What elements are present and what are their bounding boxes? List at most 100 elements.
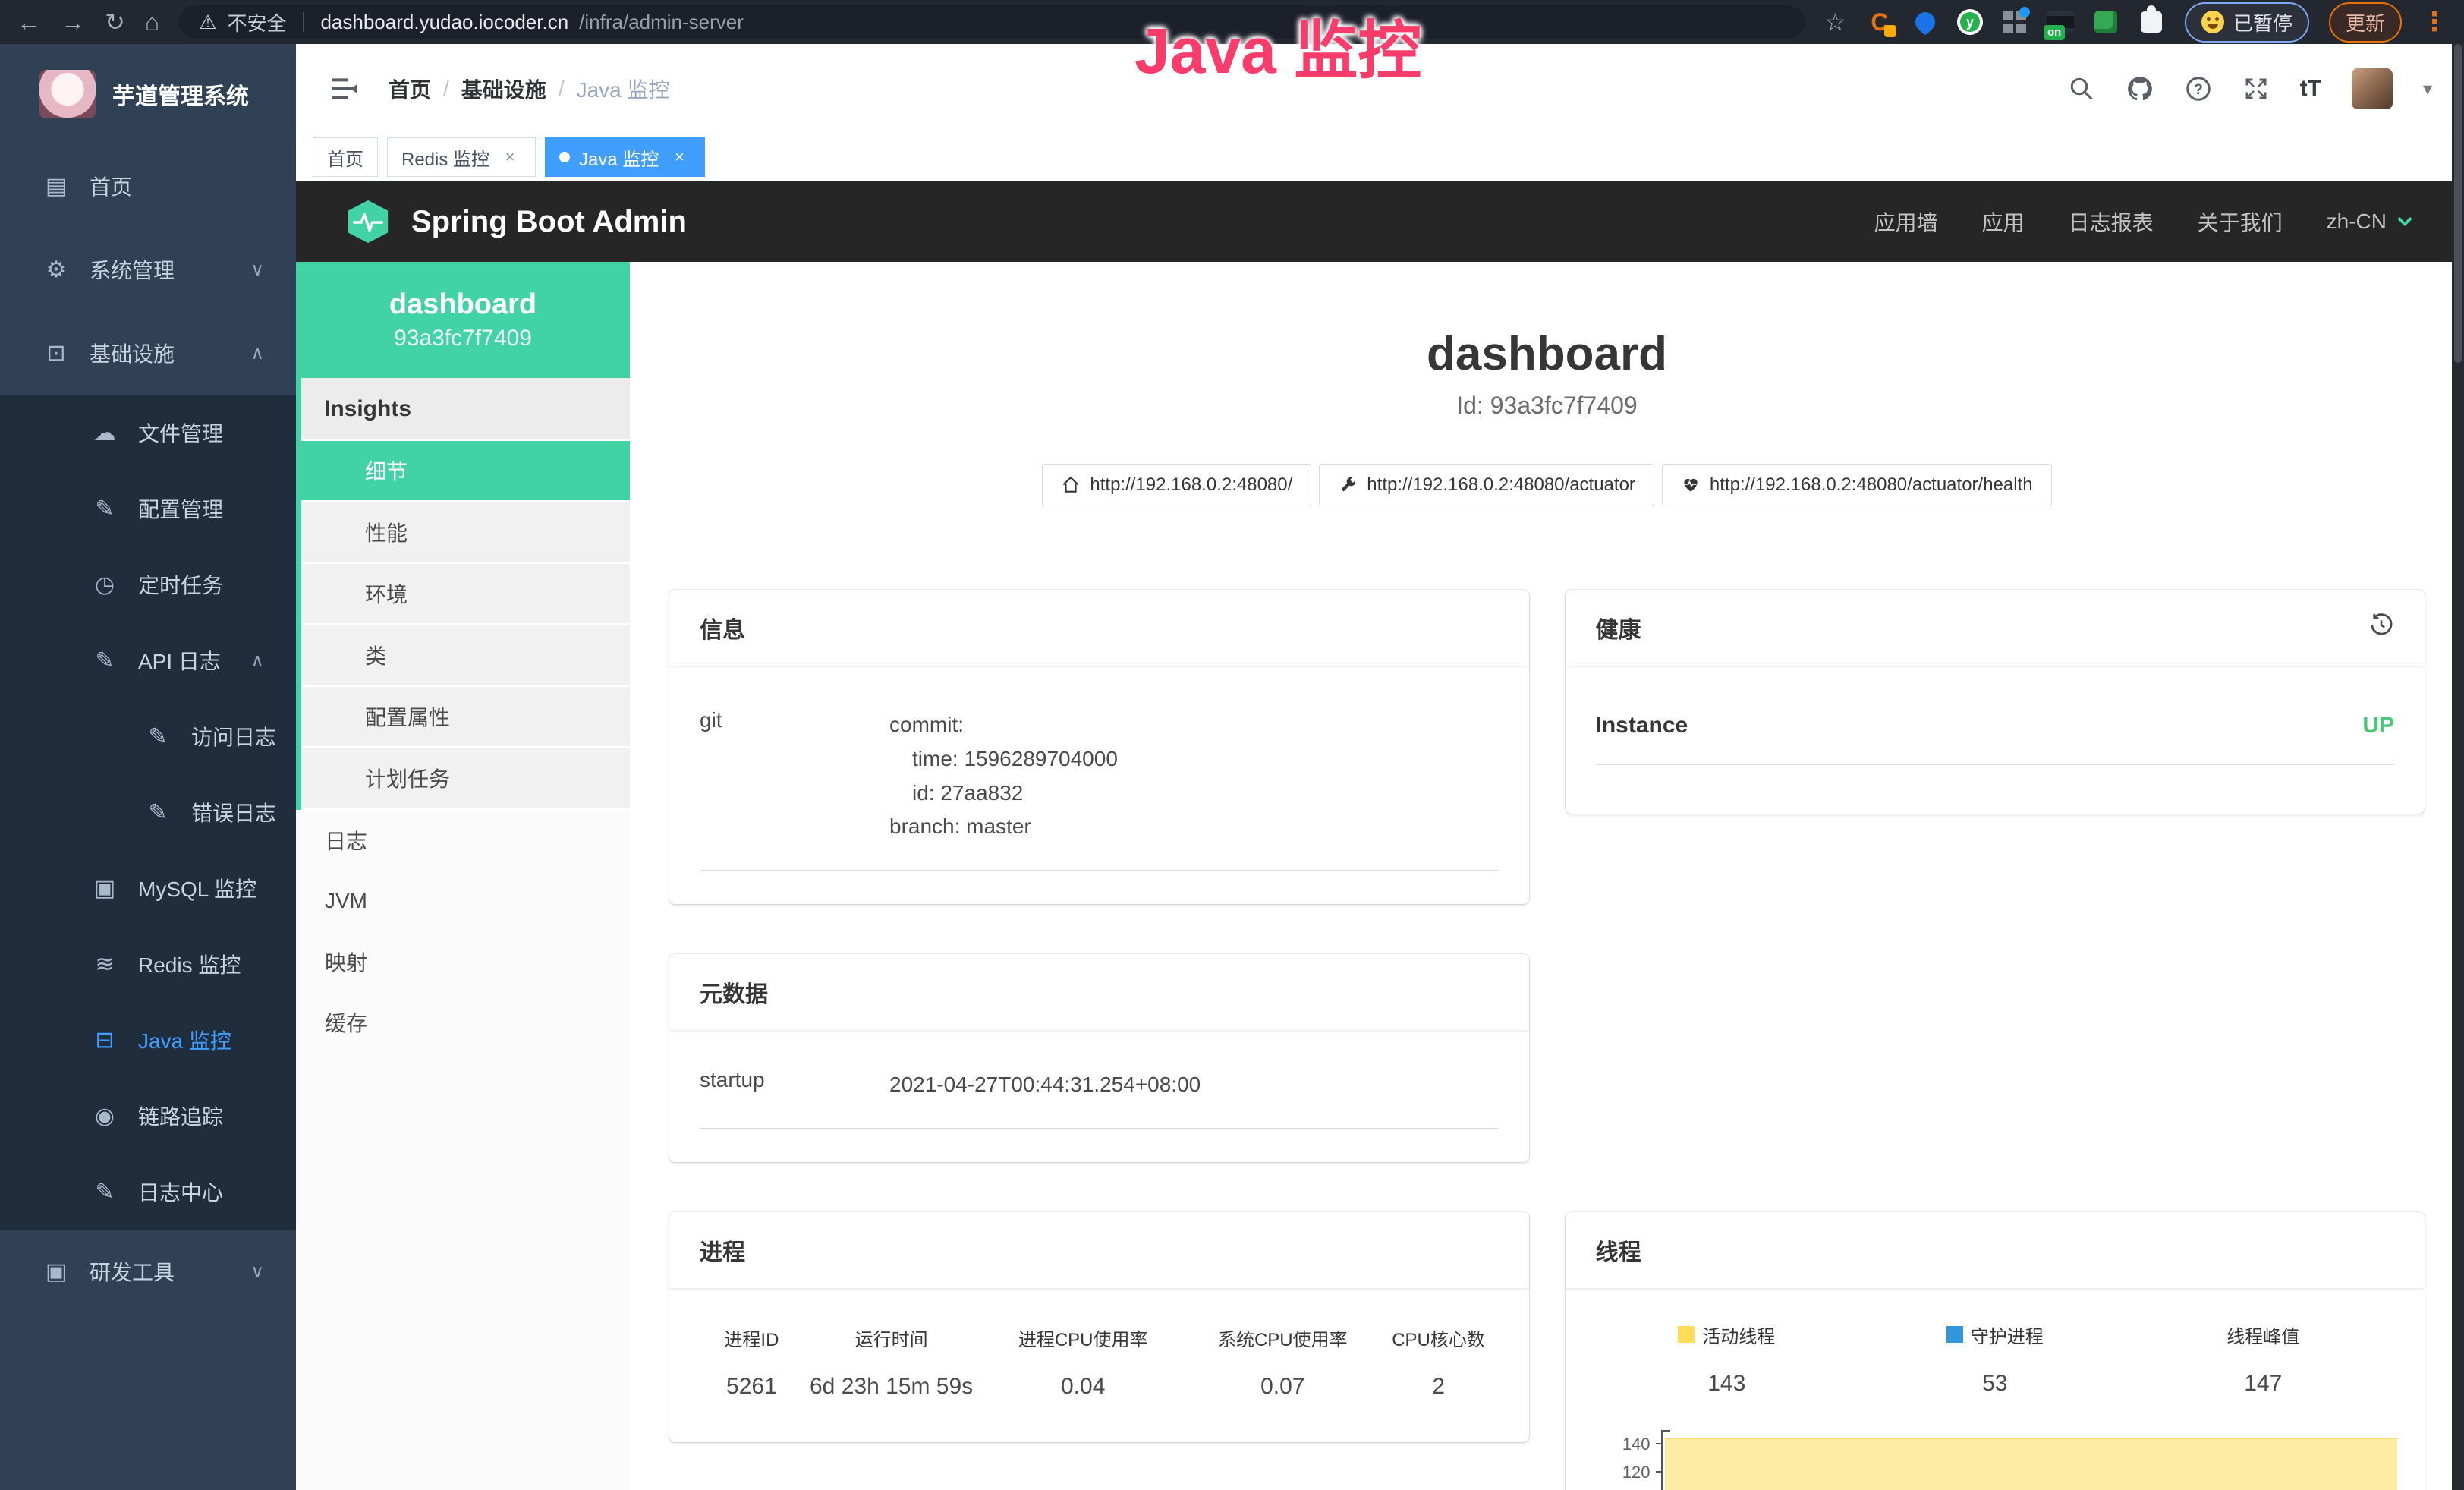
- sidebar-item-file-manage[interactable]: ☁ 文件管理: [0, 395, 296, 471]
- sba-side-item-logs[interactable]: 日志: [296, 810, 630, 871]
- sidebar-item-config-manage[interactable]: ✎ 配置管理: [0, 471, 296, 547]
- health-card: 健康 Instance UP: [1566, 590, 2425, 814]
- sba-main-content: dashboard Id: 93a3fc7f7409 http://192.16…: [630, 262, 2464, 1490]
- sba-side-item-details[interactable]: 细节: [301, 441, 630, 502]
- sba-side-item-metrics[interactable]: 性能: [301, 502, 630, 564]
- sba-locale-select[interactable]: zh-CN: [2327, 209, 2415, 234]
- actuator-url-button[interactable]: http://192.168.0.2:48080/actuator: [1319, 464, 1654, 506]
- user-avatar[interactable]: [2352, 68, 2393, 109]
- address-bar[interactable]: ⚠ 不安全 dashboard.yudao.iocoder.cn/infra/a…: [179, 5, 1805, 39]
- browser-home-icon[interactable]: ⌂: [145, 10, 159, 34]
- breadcrumb-home[interactable]: 首页: [389, 74, 431, 104]
- sba-nav-journal[interactable]: 日志报表: [2069, 206, 2154, 237]
- tab-redis-monitor[interactable]: Redis 监控 ×: [387, 137, 536, 177]
- hamburger-icon[interactable]: [328, 74, 358, 104]
- sba-nav-wallboard[interactable]: 应用墙: [1874, 206, 1938, 237]
- screen: ← → ↻ ⌂ ⚠ 不安全 dashboard.yudao.iocoder.cn…: [0, 0, 2464, 1490]
- extension-leaf-icon[interactable]: [2092, 8, 2119, 36]
- sidebar-item-error-log[interactable]: ✎ 错误日志: [0, 774, 296, 850]
- active-tab-dot: [559, 152, 570, 162]
- sidebar-item-access-log[interactable]: ✎ 访问日志: [0, 698, 296, 774]
- service-url-button[interactable]: http://192.168.0.2:48080/: [1042, 464, 1311, 506]
- extension-y-icon[interactable]: y: [1957, 9, 1983, 35]
- tab-java-monitor[interactable]: Java 监控 ×: [545, 137, 705, 177]
- health-url-button[interactable]: http://192.168.0.2:48080/actuator/health: [1662, 464, 2052, 506]
- sidebar-item-label: Java 监控: [138, 1025, 231, 1055]
- sidebar-item-label: 定时任务: [138, 569, 223, 600]
- heartbeat-icon: [1681, 475, 1701, 495]
- breadcrumb-infrastructure[interactable]: 基础设施: [461, 74, 546, 104]
- process-id-value: 5261: [700, 1374, 804, 1400]
- spring-boot-admin-frame: Spring Boot Admin 应用墙 应用 日志报表 关于我们 zh-CN: [296, 181, 2464, 1490]
- browser-back-icon[interactable]: ←: [17, 10, 41, 34]
- github-icon[interactable]: [2126, 74, 2154, 103]
- browser-menu-icon[interactable]: ⋮: [2422, 7, 2447, 37]
- legend-live-threads: 活动线程 143: [1593, 1321, 1861, 1397]
- sba-side-item-config-props[interactable]: 配置属性: [301, 687, 630, 748]
- profile-emoji-icon: [2201, 11, 2224, 33]
- daemon-threads-swatch: [1946, 1326, 1963, 1343]
- upload-cloud-icon: ☁: [91, 420, 118, 446]
- sba-nav-about[interactable]: 关于我们: [2198, 206, 2283, 237]
- tab-home[interactable]: 首页: [313, 137, 378, 177]
- sba-side-item-mappings[interactable]: 映射: [296, 931, 630, 992]
- sba-side-item-scheduled-tasks[interactable]: 计划任务: [301, 748, 630, 810]
- scrollbar-thumb[interactable]: [2454, 44, 2462, 363]
- card-title: 信息: [700, 611, 745, 644]
- breadcrumb-separator: /: [559, 77, 565, 101]
- edit-square-icon: ✎: [91, 647, 118, 674]
- extension-c-icon[interactable]: C: [1866, 8, 1893, 36]
- close-icon[interactable]: ×: [668, 146, 691, 169]
- browser-forward-icon[interactable]: →: [61, 10, 85, 34]
- browser-update-button[interactable]: 更新: [2329, 2, 2402, 43]
- sba-side-item-environment[interactable]: 环境: [301, 564, 630, 625]
- bookmark-star-icon[interactable]: ☆: [1824, 8, 1846, 36]
- metadata-row-label: startup: [700, 1068, 889, 1092]
- sidebar-item-redis-monitor[interactable]: ≋ Redis 监控: [0, 926, 296, 1002]
- font-size-icon[interactable]: tT: [2300, 76, 2321, 102]
- sba-nav-applications[interactable]: 应用: [1982, 206, 2025, 237]
- sba-logo-icon: [345, 198, 392, 245]
- history-icon[interactable]: [2368, 612, 2394, 644]
- sidebar-item-devtools[interactable]: ▣ 研发工具 ∨: [0, 1230, 296, 1313]
- sba-brand[interactable]: Spring Boot Admin: [345, 198, 687, 245]
- extension-grid-icon[interactable]: [2001, 8, 2028, 36]
- sidebar-item-java-monitor[interactable]: ⊟ Java 监控: [0, 1002, 296, 1078]
- edit-square-icon: ✎: [144, 723, 172, 750]
- chevron-up-icon: ∧: [250, 342, 264, 364]
- sba-side-item-jvm[interactable]: JVM: [296, 871, 630, 931]
- sidebar-item-trace[interactable]: ◉ 链路追踪: [0, 1078, 296, 1154]
- app-logo-row[interactable]: 芋道管理系统: [0, 44, 296, 144]
- close-icon[interactable]: ×: [499, 146, 521, 169]
- legend-label: 守护进程: [1971, 1321, 2044, 1348]
- sba-instance-header[interactable]: dashboard 93a3fc7f7409: [296, 262, 630, 378]
- extension-puzzle-icon[interactable]: [2138, 8, 2165, 36]
- live-threads-swatch: [1678, 1326, 1695, 1343]
- sidebar-item-api-log[interactable]: ✎ API 日志 ∧: [0, 622, 296, 698]
- browser-reload-icon[interactable]: ↻: [105, 10, 125, 34]
- instance-id: 93a3fc7f7409: [394, 326, 532, 351]
- sba-side-item-caches[interactable]: 缓存: [296, 992, 630, 1053]
- app-logo-image: [39, 70, 96, 118]
- fullscreen-icon[interactable]: [2242, 75, 2270, 102]
- search-icon[interactable]: [2068, 75, 2095, 102]
- sidebar-item-system[interactable]: ⚙ 系统管理 ∨: [0, 228, 296, 311]
- sidebar-item-mysql-monitor[interactable]: ▣ MySQL 监控: [0, 850, 296, 926]
- sidebar-submenu-infrastructure: ☁ 文件管理 ✎ 配置管理 ◷ 定时任务 ✎ API 日志 ∧ ✎: [0, 395, 296, 1230]
- sidebar-item-log-center[interactable]: ✎ 日志中心: [0, 1154, 296, 1230]
- extension-on-icon[interactable]: on: [2047, 8, 2074, 36]
- insecure-label[interactable]: 不安全: [227, 8, 286, 36]
- profile-paused-badge[interactable]: 已暂停: [2185, 2, 2309, 43]
- page-scrollbar[interactable]: [2452, 44, 2464, 1490]
- threads-chart: 140 120 100: [1593, 1430, 2398, 1490]
- sidebar-item-scheduled-job[interactable]: ◷ 定时任务: [0, 547, 296, 622]
- card-title: 健康: [1596, 611, 1641, 644]
- help-icon[interactable]: ?: [2185, 75, 2212, 102]
- avatar-caret-icon[interactable]: ▾: [2423, 78, 2432, 100]
- sba-side-item-classes[interactable]: 类: [301, 625, 630, 687]
- edit-square-icon: ✎: [91, 1179, 118, 1205]
- sidebar-item-home[interactable]: ▤ 首页: [0, 144, 296, 228]
- sidebar-item-infrastructure[interactable]: ⊡ 基础设施 ∧: [0, 311, 296, 395]
- sba-insights-group: Insights 细节 性能 环境 类 配置属性 计划任务: [296, 378, 630, 810]
- extension-pin-icon[interactable]: [1912, 8, 1939, 36]
